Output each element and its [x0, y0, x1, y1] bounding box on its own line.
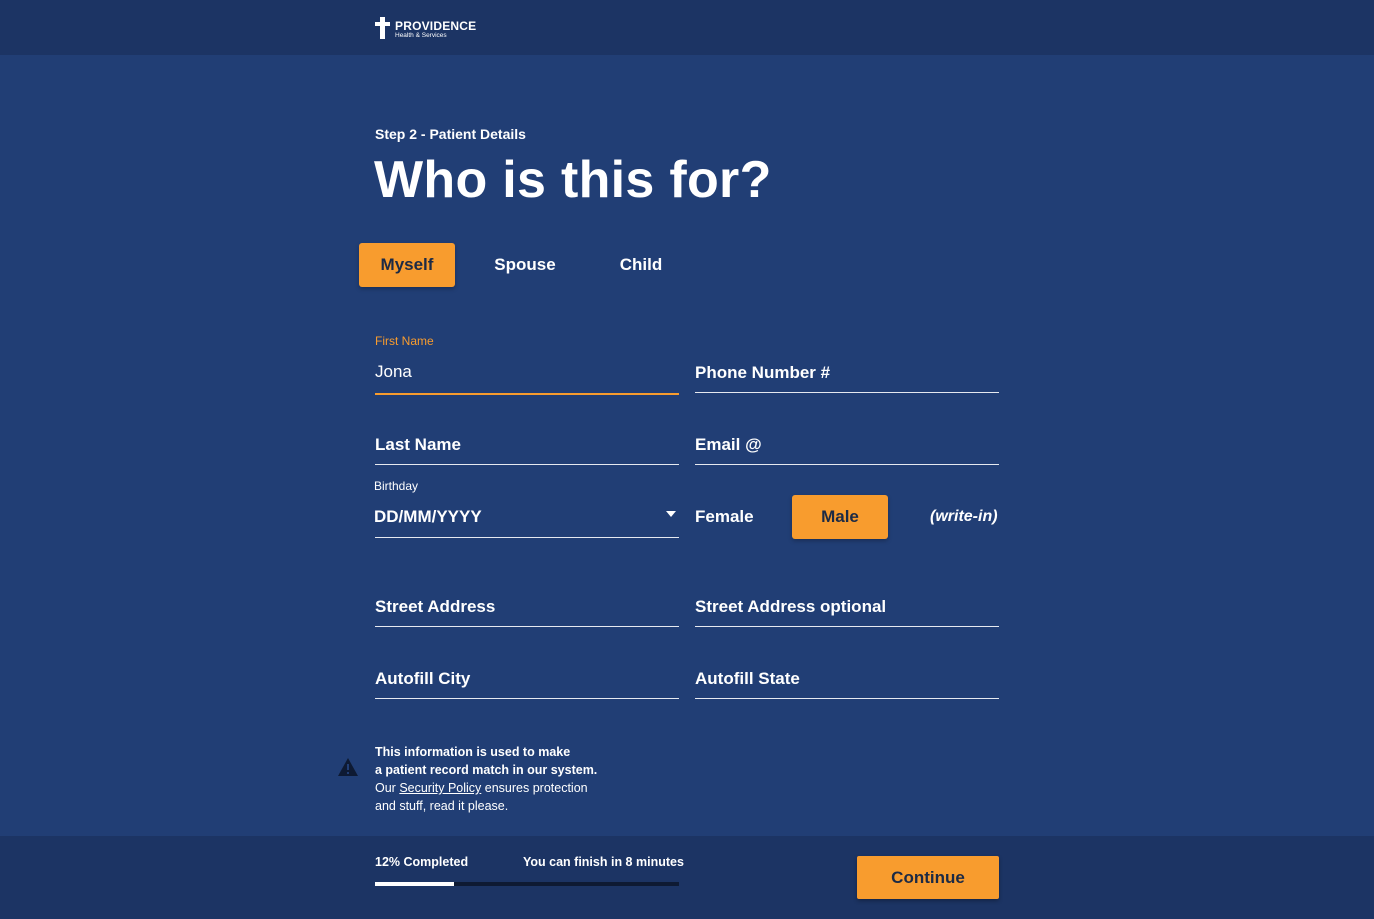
gender-male-button[interactable]: Male: [792, 495, 888, 539]
first-name-underline: [375, 393, 679, 395]
top-header: PROVIDENCE Health & Services: [0, 0, 1374, 55]
phone-input[interactable]: Phone Number #: [695, 363, 830, 383]
city-input[interactable]: Autofill City: [375, 669, 470, 689]
footer-bar: [0, 836, 1374, 919]
finish-time-label: You can finish in 8 minutes: [523, 855, 684, 869]
info-line-2: a patient record match in our system.: [375, 763, 598, 777]
page-title: Who is this for?: [374, 151, 772, 209]
progress-bar: [375, 882, 679, 886]
info-line-3: Our Security Policy ensures protection: [375, 781, 588, 795]
gender-write-in[interactable]: (write-in): [930, 508, 998, 526]
email-underline: [695, 464, 999, 465]
phone-underline: [695, 392, 999, 393]
street-address-input[interactable]: Street Address: [375, 597, 495, 617]
step-indicator: Step 2 - Patient Details: [375, 126, 526, 142]
warning-icon: [338, 758, 358, 776]
birthday-select[interactable]: DD/MM/YYYY: [374, 507, 482, 527]
chevron-down-icon[interactable]: [666, 511, 676, 517]
birthday-underline: [375, 537, 679, 538]
email-input[interactable]: Email @: [695, 435, 762, 455]
birthday-label: Birthday: [374, 479, 419, 493]
brand-name: PROVIDENCE: [395, 19, 477, 33]
info-notice: This information is used to make a patie…: [375, 743, 635, 815]
info-line-4: and stuff, read it please.: [375, 799, 509, 813]
who-option-child[interactable]: Child: [593, 243, 689, 287]
first-name-input[interactable]: Jona: [375, 362, 412, 382]
street-address-optional-input[interactable]: Street Address optional: [695, 597, 886, 617]
info-prefix: Our: [375, 781, 400, 795]
last-name-underline: [375, 464, 679, 465]
security-policy-link[interactable]: Security Policy: [399, 781, 481, 795]
state-underline: [695, 698, 999, 699]
info-line-1: This information is used to make: [375, 745, 571, 759]
progress-label: 12% Completed: [375, 855, 469, 869]
continue-button[interactable]: Continue: [857, 856, 999, 899]
who-option-spouse[interactable]: Spouse: [477, 243, 573, 287]
last-name-input[interactable]: Last Name: [375, 435, 461, 455]
first-name-label: First Name: [375, 334, 434, 348]
street-address-underline: [375, 626, 679, 627]
who-option-myself[interactable]: Myself: [359, 243, 455, 287]
street-address-optional-underline: [695, 626, 999, 627]
gender-female-button[interactable]: Female: [695, 495, 755, 539]
info-suffix: ensures protection: [481, 781, 588, 795]
state-input[interactable]: Autofill State: [695, 669, 800, 689]
cross-icon: [375, 17, 390, 39]
brand-tagline: Health & Services: [395, 32, 447, 39]
progress-bar-fill: [375, 882, 455, 886]
city-underline: [375, 698, 679, 699]
